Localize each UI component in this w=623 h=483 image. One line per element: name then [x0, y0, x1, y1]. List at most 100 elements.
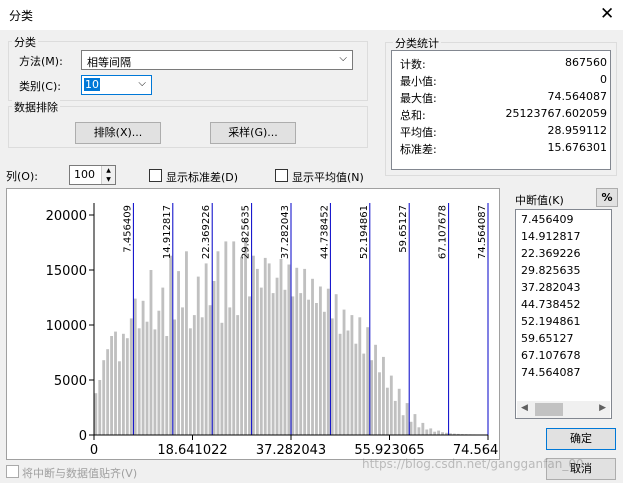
columns-label: 列(O):: [6, 170, 38, 183]
scroll-right-icon[interactable]: ▶: [599, 403, 606, 413]
histogram-bar: [318, 286, 322, 435]
classes-value: 10: [84, 78, 100, 91]
stats-row: 标准差: 15.676301: [400, 141, 607, 158]
y-tick-label: 10000: [46, 319, 87, 334]
spin-up-icon[interactable]: ▲: [101, 166, 115, 175]
histogram-bar: [236, 315, 240, 435]
histogram-bar: [259, 287, 263, 435]
break-label: 29.825635: [241, 205, 252, 259]
histogram-bar: [98, 380, 102, 435]
histogram-bar: [244, 238, 247, 435]
sampling-button[interactable]: 采样(G)...: [210, 122, 296, 144]
histogram-bar: [271, 293, 275, 435]
stats-value: 867560: [565, 56, 607, 69]
break-values-label: 中断值(K): [515, 194, 564, 207]
list-item[interactable]: 29.825635: [521, 264, 581, 277]
histogram-bar: [220, 322, 224, 435]
histogram-bar: [315, 303, 318, 435]
histogram-bar: [208, 305, 212, 435]
histogram-bar: [129, 318, 133, 435]
histogram-bar: [334, 294, 338, 435]
snap-checkbox[interactable]: [6, 465, 19, 478]
x-tick-label: 0: [90, 443, 98, 458]
histogram-bar: [149, 270, 153, 435]
histogram-bar: [366, 327, 370, 435]
break-label: 7.456409: [122, 205, 133, 253]
histogram-chart[interactable]: 7.456409 14.912817 22.369226 29.825635 37.28…: [7, 189, 499, 459]
scroll-thumb[interactable]: [535, 403, 563, 416]
histogram-bar: [429, 428, 433, 435]
histogram-bar: [125, 338, 129, 435]
histogram-bar: [212, 281, 216, 435]
list-item[interactable]: 59.65127: [521, 332, 574, 345]
snap-label: 将中断与数据值贴齐(V): [22, 467, 138, 480]
histogram-bar: [346, 330, 350, 435]
histogram-bar: [330, 318, 334, 435]
chevron-down-icon: ⌵: [138, 78, 146, 89]
stats-value: 15.676301: [547, 141, 608, 154]
histogram-bar: [141, 300, 145, 435]
list-item[interactable]: 14.912817: [521, 230, 581, 243]
classes-label: 类别(C):: [19, 80, 61, 93]
histogram-bar: [185, 251, 188, 435]
histogram-bar: [248, 296, 251, 435]
list-item[interactable]: 67.107678: [521, 349, 581, 362]
histogram-bar: [133, 298, 137, 435]
histogram-bar: [437, 430, 441, 435]
list-item[interactable]: 22.369226: [521, 247, 581, 260]
method-value: 相等间隔: [87, 56, 131, 69]
histogram-bar: [106, 349, 110, 435]
stats-box: 计数: 867560 最小值: 0 最大值: 74.564087 总和: 2512376…: [391, 50, 611, 170]
show-mean-checkbox[interactable]: [275, 169, 288, 182]
break-values-list[interactable]: 7.456409 14.912817 22.369226 29.825635 3…: [515, 209, 612, 419]
histogram-bar: [374, 344, 377, 435]
histogram-bar: [110, 336, 113, 435]
classes-select[interactable]: 10 ⌵: [81, 75, 152, 95]
list-item[interactable]: 74.564087: [521, 366, 581, 379]
histogram-bar: [342, 309, 346, 435]
histogram-bar: [362, 353, 366, 435]
stats-row: 平均值: 28.959112: [400, 124, 607, 141]
break-label: 52.194861: [359, 205, 370, 259]
columns-stepper[interactable]: 100 ▲ ▼: [69, 165, 116, 185]
histogram-bar: [417, 427, 421, 435]
histogram-bar: [181, 307, 184, 435]
histogram-bar: [409, 421, 413, 435]
close-icon[interactable]: ✕: [600, 4, 614, 24]
horizontal-scrollbar[interactable]: ◀ ▶: [517, 401, 610, 418]
stats-row: 最小值: 0: [400, 73, 607, 90]
histogram-bar: [263, 257, 267, 435]
list-item[interactable]: 37.282043: [521, 281, 581, 294]
stats-key: 平均值:: [400, 126, 437, 139]
histogram-bar: [275, 277, 279, 435]
histogram-bar: [252, 255, 255, 435]
title-bar: [0, 0, 623, 30]
histogram-bar: [161, 287, 165, 435]
ok-button[interactable]: 确定: [546, 428, 616, 450]
show-std-checkbox[interactable]: [149, 169, 162, 182]
scroll-left-icon[interactable]: ◀: [521, 403, 528, 413]
method-select[interactable]: 相等间隔 ⌵: [81, 50, 353, 70]
exclude-button[interactable]: 排除(X)...: [75, 122, 161, 144]
histogram-bar: [303, 268, 307, 435]
histogram-bar: [121, 333, 125, 435]
histogram-bar: [397, 388, 401, 435]
exclusion-group: [8, 106, 368, 148]
histogram-bar: [118, 361, 121, 435]
histogram-bar: [326, 288, 330, 435]
histogram-bar: [389, 375, 393, 435]
histogram-bar: [350, 315, 354, 435]
list-item[interactable]: 44.738452: [521, 298, 581, 311]
stats-row: 计数: 867560: [400, 56, 607, 73]
histogram-bar: [295, 267, 299, 435]
percent-button[interactable]: %: [596, 188, 618, 207]
histogram-bar: [216, 251, 220, 435]
list-item[interactable]: 52.194861: [521, 315, 581, 328]
histogram-bar: [291, 296, 295, 435]
histogram-bar: [200, 317, 204, 435]
x-tick-label: 74.564087: [453, 443, 499, 458]
histogram-bar: [338, 333, 342, 435]
list-item[interactable]: 7.456409: [521, 213, 574, 226]
y-tick-label: 15000: [46, 264, 87, 279]
spin-down-icon[interactable]: ▼: [101, 175, 115, 184]
